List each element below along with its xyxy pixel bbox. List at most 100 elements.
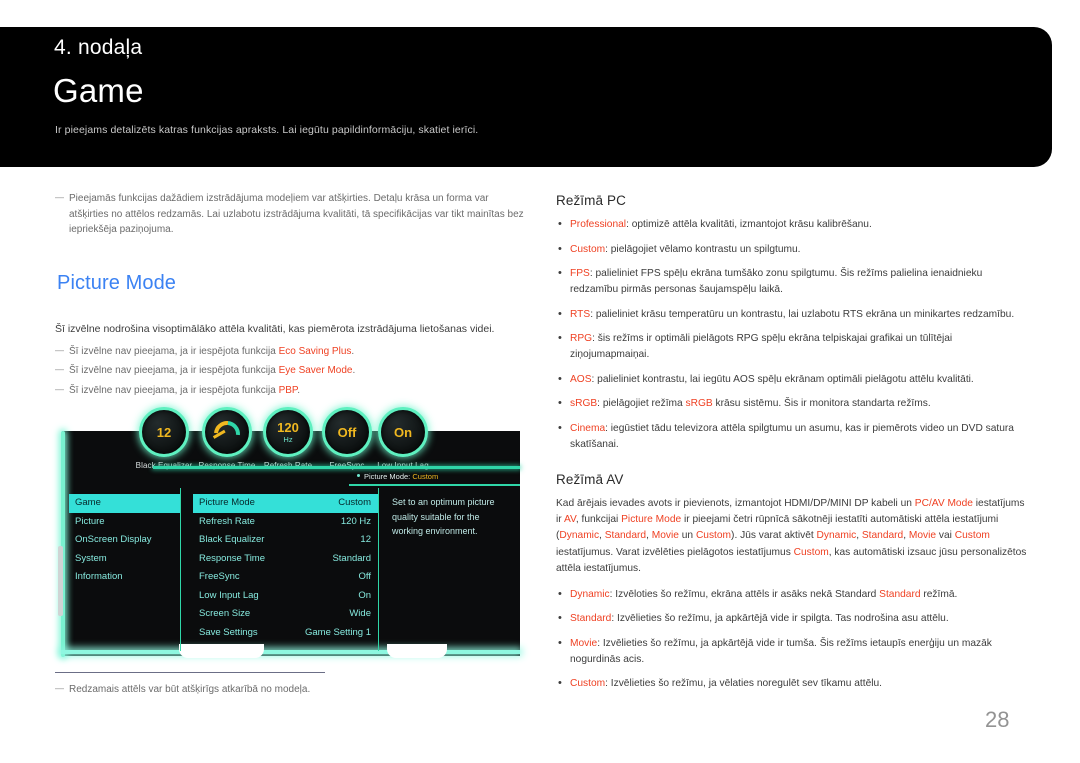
left-column: Pieejamās funkcijas dažādiem izstrādājum… <box>55 190 525 402</box>
picture-mode-notes: Šī izvēlne nav pieejama, ja ir iespējota… <box>55 343 525 399</box>
gauge-refresh-rate[interactable]: 120 Hz <box>263 407 313 457</box>
setting-label: Screen Size <box>199 608 251 619</box>
gauge-response-time[interactable] <box>202 407 252 457</box>
paragraph-text: ). Jūs varat aktivēt <box>731 530 817 542</box>
list-item-custom: Custom: pielāgojiet vēlamo kontrastu un … <box>556 241 1028 258</box>
osd-nav-item-picture[interactable]: Picture <box>69 513 180 532</box>
osd-nav-item-game[interactable]: Game <box>69 494 180 513</box>
setting-label: Black Equalizer <box>199 534 265 545</box>
note-text-prefix: Šī izvēlne nav pieejama, ja ir iespējota… <box>69 365 279 376</box>
top-disclaimer-note: Pieejamās funkcijas dažādiem izstrādājum… <box>55 190 525 238</box>
list-item-cinema: Cinema: iegūstiet tādu televizora attēla… <box>556 420 1028 453</box>
paragraph-accent-term: Dynamic <box>559 530 600 542</box>
note-text-suffix: . <box>352 365 356 376</box>
chapter-label: 4. nodaļa <box>54 36 143 59</box>
setting-label: Save Settings <box>199 626 258 638</box>
bullet-dot-icon <box>357 474 360 477</box>
setting-value: Game Setting 1 <box>304 626 371 638</box>
note-text-suffix: . <box>351 345 355 357</box>
right-column: Režīmā PC Professional: optimizē attēla … <box>556 193 1028 701</box>
osd-setting-save-settings[interactable]: Save Settings Game Setting 1 <box>193 624 378 643</box>
dial-icon <box>208 415 246 453</box>
osd-setting-response-time[interactable]: Response Time Standard <box>193 550 378 569</box>
term: Custom <box>570 678 606 690</box>
section-title-av-mode: Režīmā AV <box>556 471 624 487</box>
term: RTS <box>570 308 591 320</box>
osd-picture-mode-indicator: Picture Mode: Custom <box>357 472 438 481</box>
osd-setting-screen-size[interactable]: Screen Size Wide <box>193 605 378 624</box>
osd-setting-picture-mode[interactable]: Picture Mode Custom <box>193 494 378 513</box>
list-item-custom-av: Custom: Izvēlieties šo režīmu, ja vēlati… <box>556 675 1028 692</box>
term: Movie <box>570 637 598 649</box>
setting-label: Picture Mode <box>199 497 255 508</box>
paragraph-text: iestatījumus. Varat izvēlēties pielāgoto… <box>556 546 794 558</box>
osd-nav-item-information[interactable]: Information <box>69 568 180 587</box>
section-heading-picture-mode: Picture Mode <box>57 271 177 294</box>
term-description: : optimizē attēla kvalitāti, izmantojot … <box>626 219 872 230</box>
osd-setting-low-input-lag[interactable]: Low Input Lag On <box>193 587 378 606</box>
list-item-professional: Professional: optimizē attēla kvalitāti,… <box>556 216 1028 233</box>
note-eco-saving-plus: Šī izvēlne nav pieejama, ja ir iespējota… <box>55 343 525 360</box>
term-description: : iegūstiet tādu televizora attēla spilg… <box>570 422 1014 450</box>
indicator-label: Picture Mode: <box>364 472 411 481</box>
term-description: : Izvēloties šo režīmu, ekrāna attēls ir… <box>609 588 880 600</box>
gauge-black-equalizer[interactable]: 12 <box>139 407 189 457</box>
osd-menu: Game Picture OnScreen Display System Inf… <box>69 488 513 651</box>
term-description: : Izvēlieties šo režīmu, ja vēlaties nor… <box>605 678 882 690</box>
paragraph-text: , funkcijai <box>575 513 622 525</box>
osd-scrollbar[interactable] <box>58 546 63 616</box>
picture-mode-lead-text: Šī izvēlne nodrošina visoptimālāko attēl… <box>55 322 495 335</box>
term: Standard <box>570 613 612 625</box>
paragraph-accent-term: Custom <box>793 546 829 558</box>
osd-nav-item-system[interactable]: System <box>69 550 180 569</box>
paragraph-accent-term: Standard <box>604 530 647 542</box>
osd-nav-item-onscreen-display[interactable]: OnScreen Display <box>69 531 180 550</box>
note-pbp: Šī izvēlne nav pieejama, ja ir iespējota… <box>55 382 525 399</box>
setting-value: 120 Hz <box>340 515 371 527</box>
list-item-dynamic: Dynamic: Izvēloties šo režīmu, ekrāna at… <box>556 586 1028 603</box>
term: Cinema <box>570 422 606 434</box>
setting-value: 12 <box>360 534 371 545</box>
gauge-value: 12 <box>156 424 172 440</box>
osd-setting-refresh-rate[interactable]: Refresh Rate 120 Hz <box>193 513 378 532</box>
osd-nav-column: Game Picture OnScreen Display System Inf… <box>69 488 181 651</box>
section-title-pc-mode: Režīmā PC <box>556 193 626 208</box>
term-description: : palieliniet FPS spēļu ekrāna tumšāko z… <box>570 268 983 295</box>
term: FPS <box>570 268 590 279</box>
osd-setting-freesync[interactable]: FreeSync Off <box>193 568 378 587</box>
paragraph-accent-term: Custom <box>954 530 990 542</box>
paragraph-accent-term: Movie <box>651 530 679 542</box>
gauge-unit: Hz <box>283 434 293 444</box>
list-item-rpg: RPG: šis režīms ir optimāli pielāgots RP… <box>556 330 1028 363</box>
list-item-fps: FPS: palieliniet FPS spēļu ekrāna tumšāk… <box>556 265 1028 298</box>
note-accent-term: PBP <box>278 384 298 396</box>
term-description: : palieliniet krāsu temperatūru un kontr… <box>590 308 1015 320</box>
pc-mode-list: Professional: optimizē attēla kvalitāti,… <box>556 216 1028 453</box>
term: Custom <box>570 243 606 255</box>
osd-illustration: 12 Black Equalizer Response Time 120 Hz … <box>57 404 520 660</box>
gauge-low-input-lag[interactable]: On <box>378 407 428 457</box>
footer-note: Redzamais attēls var būt atšķirīgs atkar… <box>55 681 475 698</box>
gauge-value: 120 <box>277 419 299 435</box>
setting-value: Wide <box>349 608 371 619</box>
setting-value: On <box>358 589 371 601</box>
gauge-value: On <box>393 424 413 440</box>
paragraph-accent-term: Dynamic <box>816 530 857 542</box>
term-description: : pielāgojiet režīma <box>597 398 686 409</box>
term: Professional <box>570 219 627 230</box>
term-description: : Izvēlieties šo režīmu, ja apkārtējā vi… <box>570 637 992 665</box>
note-eye-saver-mode: Šī izvēlne nav pieejama, ja ir iespējota… <box>55 362 525 379</box>
paragraph-accent-term: Standard <box>861 530 904 542</box>
term-description: : Izvēlieties šo režīmu, ja apkārtējā vi… <box>611 613 949 625</box>
term-description: : pielāgojiet vēlamo kontrastu un spilgt… <box>605 243 801 255</box>
term: Dynamic <box>570 588 610 600</box>
osd-setting-black-equalizer[interactable]: Black Equalizer 12 <box>193 531 378 550</box>
term-description: : šis režīms ir optimāli pielāgots RPG s… <box>570 333 953 360</box>
gauge-freesync[interactable]: Off <box>322 407 372 457</box>
term-description-2: krāsu sistēmu. Šis ir monitora standarta… <box>712 398 931 409</box>
setting-value: Off <box>358 571 372 582</box>
paragraph-text: vai <box>936 530 955 542</box>
term-inline: sRGB <box>685 398 713 409</box>
paragraph-accent-term: Custom <box>695 530 732 542</box>
osd-indicator-divider <box>349 484 520 486</box>
